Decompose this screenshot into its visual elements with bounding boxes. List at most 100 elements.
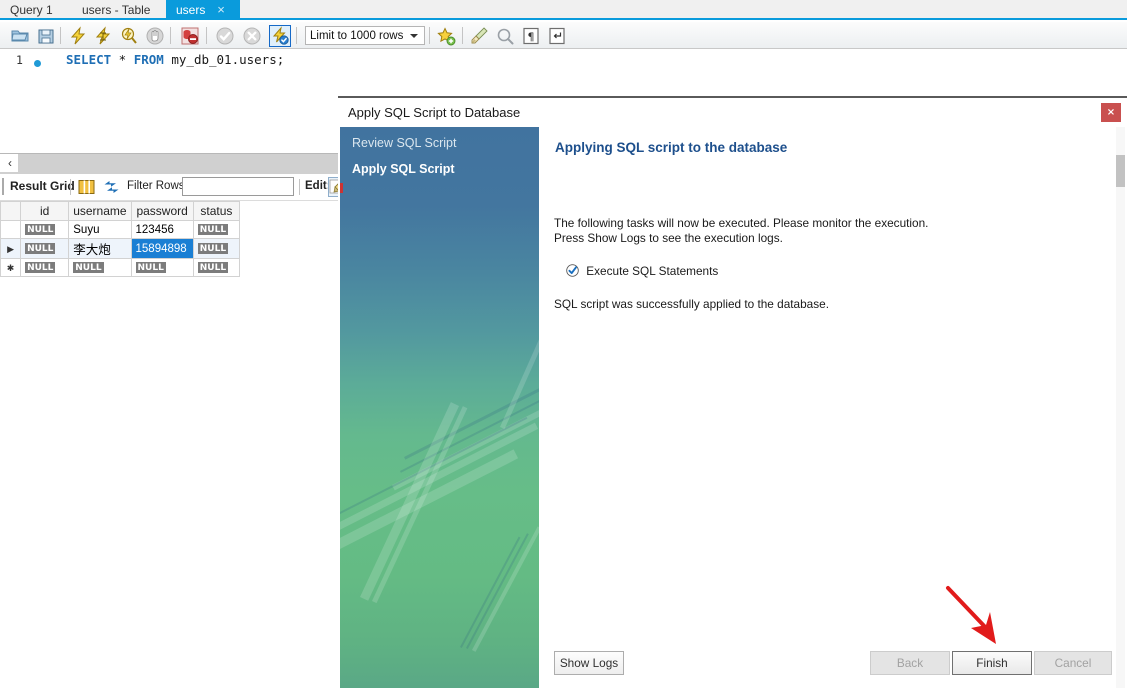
filter-rows-input[interactable]	[182, 177, 294, 196]
back-button[interactable]: Back	[870, 651, 950, 675]
null-badge: NULL	[197, 242, 229, 254]
grid-header-password[interactable]: password	[130, 201, 194, 221]
toolbar-separator	[206, 27, 207, 44]
back-label: Back	[896, 656, 924, 670]
toolbar-separator	[70, 179, 71, 195]
beautify-sql-icon[interactable]	[469, 26, 489, 46]
dialog-instructions: The following tasks will now be executed…	[554, 216, 929, 245]
cell-username[interactable]: 李大炮	[68, 238, 132, 259]
auto-commit-icon[interactable]	[269, 25, 291, 47]
execute-statement-icon[interactable]	[68, 26, 88, 46]
sql-editor-toolbar: Limit to 1000 rows ¶	[0, 22, 1127, 49]
cell-password[interactable]: NULL	[130, 258, 194, 277]
field-types-icon[interactable]	[78, 179, 95, 195]
current-row-indicator-icon: ▶	[7, 243, 14, 254]
grid-header-username[interactable]: username	[68, 201, 132, 221]
decorative-swoosh	[392, 357, 539, 491]
decorative-swoosh	[404, 338, 539, 460]
finish-label: Finish	[976, 656, 1008, 670]
tab-users-table[interactable]: users - Table	[72, 0, 166, 20]
open-script-icon[interactable]	[10, 26, 30, 46]
toggle-invisible-chars-icon[interactable]: ¶	[521, 26, 541, 46]
dialog-heading: Applying SQL script to the database	[555, 140, 788, 155]
commit-icon[interactable]	[215, 26, 235, 46]
dialog-title: Apply SQL Script to Database	[348, 105, 521, 120]
row-marker[interactable]	[0, 220, 22, 239]
cancel-button[interactable]: Cancel	[1034, 651, 1112, 675]
table-row[interactable]: ▶ NULL 李大炮 15894898 NULL	[0, 238, 241, 259]
line-number: 1	[16, 53, 23, 67]
sql-keyword-from: FROM	[133, 52, 164, 67]
chevron-left-icon[interactable]: ‹	[3, 155, 17, 171]
tab-label: users	[176, 3, 206, 17]
toolbar-separator	[462, 27, 463, 44]
close-icon[interactable]: ×	[1101, 103, 1121, 122]
show-logs-label: Show Logs	[559, 656, 619, 670]
grid-header-id[interactable]: id	[20, 201, 70, 221]
row-marker[interactable]: ✱	[0, 258, 22, 277]
cell-status[interactable]: NULL	[192, 238, 241, 259]
dialog-step-sidebar: Review SQL Script Apply SQL Script	[340, 127, 539, 688]
tab-close-icon[interactable]: ×	[212, 0, 230, 20]
cell-id[interactable]: NULL	[20, 238, 70, 259]
filter-rows-label: Filter Rows:	[127, 180, 188, 192]
finish-button[interactable]: Finish	[952, 651, 1032, 675]
null-badge: NULL	[197, 223, 229, 235]
show-logs-button[interactable]: Show Logs	[554, 651, 624, 675]
null-badge: NULL	[25, 242, 56, 254]
execute-current-statement-icon[interactable]	[93, 26, 113, 46]
sql-table-reference: my_db_01.users;	[163, 52, 285, 67]
decorative-swoosh	[400, 348, 539, 473]
decorative-swoosh	[460, 536, 521, 648]
task-execute-sql-statements: Execute SQL Statements	[566, 264, 718, 278]
cell-username[interactable]: NULL	[68, 258, 132, 277]
cell-username[interactable]: Suyu	[68, 220, 132, 239]
cell-id[interactable]: NULL	[20, 220, 70, 239]
decorative-swoosh	[466, 533, 529, 649]
dialog-scrollbar-thumb[interactable]	[1116, 155, 1125, 187]
decorative-swoosh	[360, 402, 460, 601]
cell-id[interactable]: NULL	[20, 258, 70, 277]
grid-header-status[interactable]: status	[192, 201, 241, 221]
wrap-lines-icon[interactable]	[547, 26, 567, 46]
row-limit-value: Limit to 1000 rows	[310, 30, 404, 42]
editor-tab-bar: Query 1 users - Table users ×	[0, 0, 1127, 20]
task-label: Execute SQL Statements	[586, 264, 719, 278]
toggle-stop-on-error-icon[interactable]	[180, 26, 200, 46]
sidebar-step-apply-sql-script[interactable]: Apply SQL Script	[352, 162, 455, 176]
null-badge: NULL	[197, 261, 229, 273]
toolbar-separator	[296, 27, 297, 44]
save-snippet-icon[interactable]	[436, 26, 456, 46]
explain-statement-icon[interactable]	[119, 26, 139, 46]
toolbar-separator	[299, 179, 300, 195]
dialog-content: Applying SQL script to the database The …	[539, 127, 1125, 688]
find-icon[interactable]	[495, 26, 515, 46]
sql-keyword-select: SELECT	[66, 52, 112, 67]
apply-sql-script-dialog: Apply SQL Script to Database × Review SQ…	[338, 96, 1127, 688]
table-row[interactable]: ✱ NULL NULL NULL NULL	[0, 258, 241, 277]
chevron-down-icon[interactable]	[404, 26, 424, 45]
tab-query-1[interactable]: Query 1	[0, 0, 72, 20]
grid-header-row: id username password status	[0, 201, 241, 221]
sql-statement-line[interactable]: SELECT * FROM my_db_01.users;	[66, 52, 284, 67]
row-marker[interactable]: ▶	[0, 238, 22, 259]
null-badge: NULL	[73, 261, 104, 273]
checkbox-checked-icon	[566, 264, 579, 277]
save-script-icon[interactable]	[36, 26, 56, 46]
sidebar-step-review-sql-script[interactable]: Review SQL Script	[352, 136, 456, 150]
cell-password[interactable]: 15894898	[130, 238, 194, 259]
dialog-scrollbar[interactable]	[1116, 127, 1125, 688]
result-grid-label: Result Grid	[10, 179, 75, 193]
stop-icon[interactable]	[145, 26, 165, 46]
cell-password[interactable]: 123456	[130, 220, 194, 239]
table-row[interactable]: NULL Suyu 123456 NULL	[0, 220, 241, 239]
new-row-indicator-icon: ✱	[6, 262, 15, 273]
cell-status[interactable]: NULL	[192, 258, 241, 277]
rollback-icon[interactable]	[242, 26, 262, 46]
cell-status[interactable]: NULL	[192, 220, 241, 239]
refresh-icon[interactable]	[103, 179, 120, 195]
result-grid[interactable]: id username password status NULL Suyu 12…	[0, 201, 241, 277]
null-badge: NULL	[135, 261, 166, 273]
cancel-label: Cancel	[1054, 656, 1092, 670]
toolbar-separator	[170, 27, 171, 44]
